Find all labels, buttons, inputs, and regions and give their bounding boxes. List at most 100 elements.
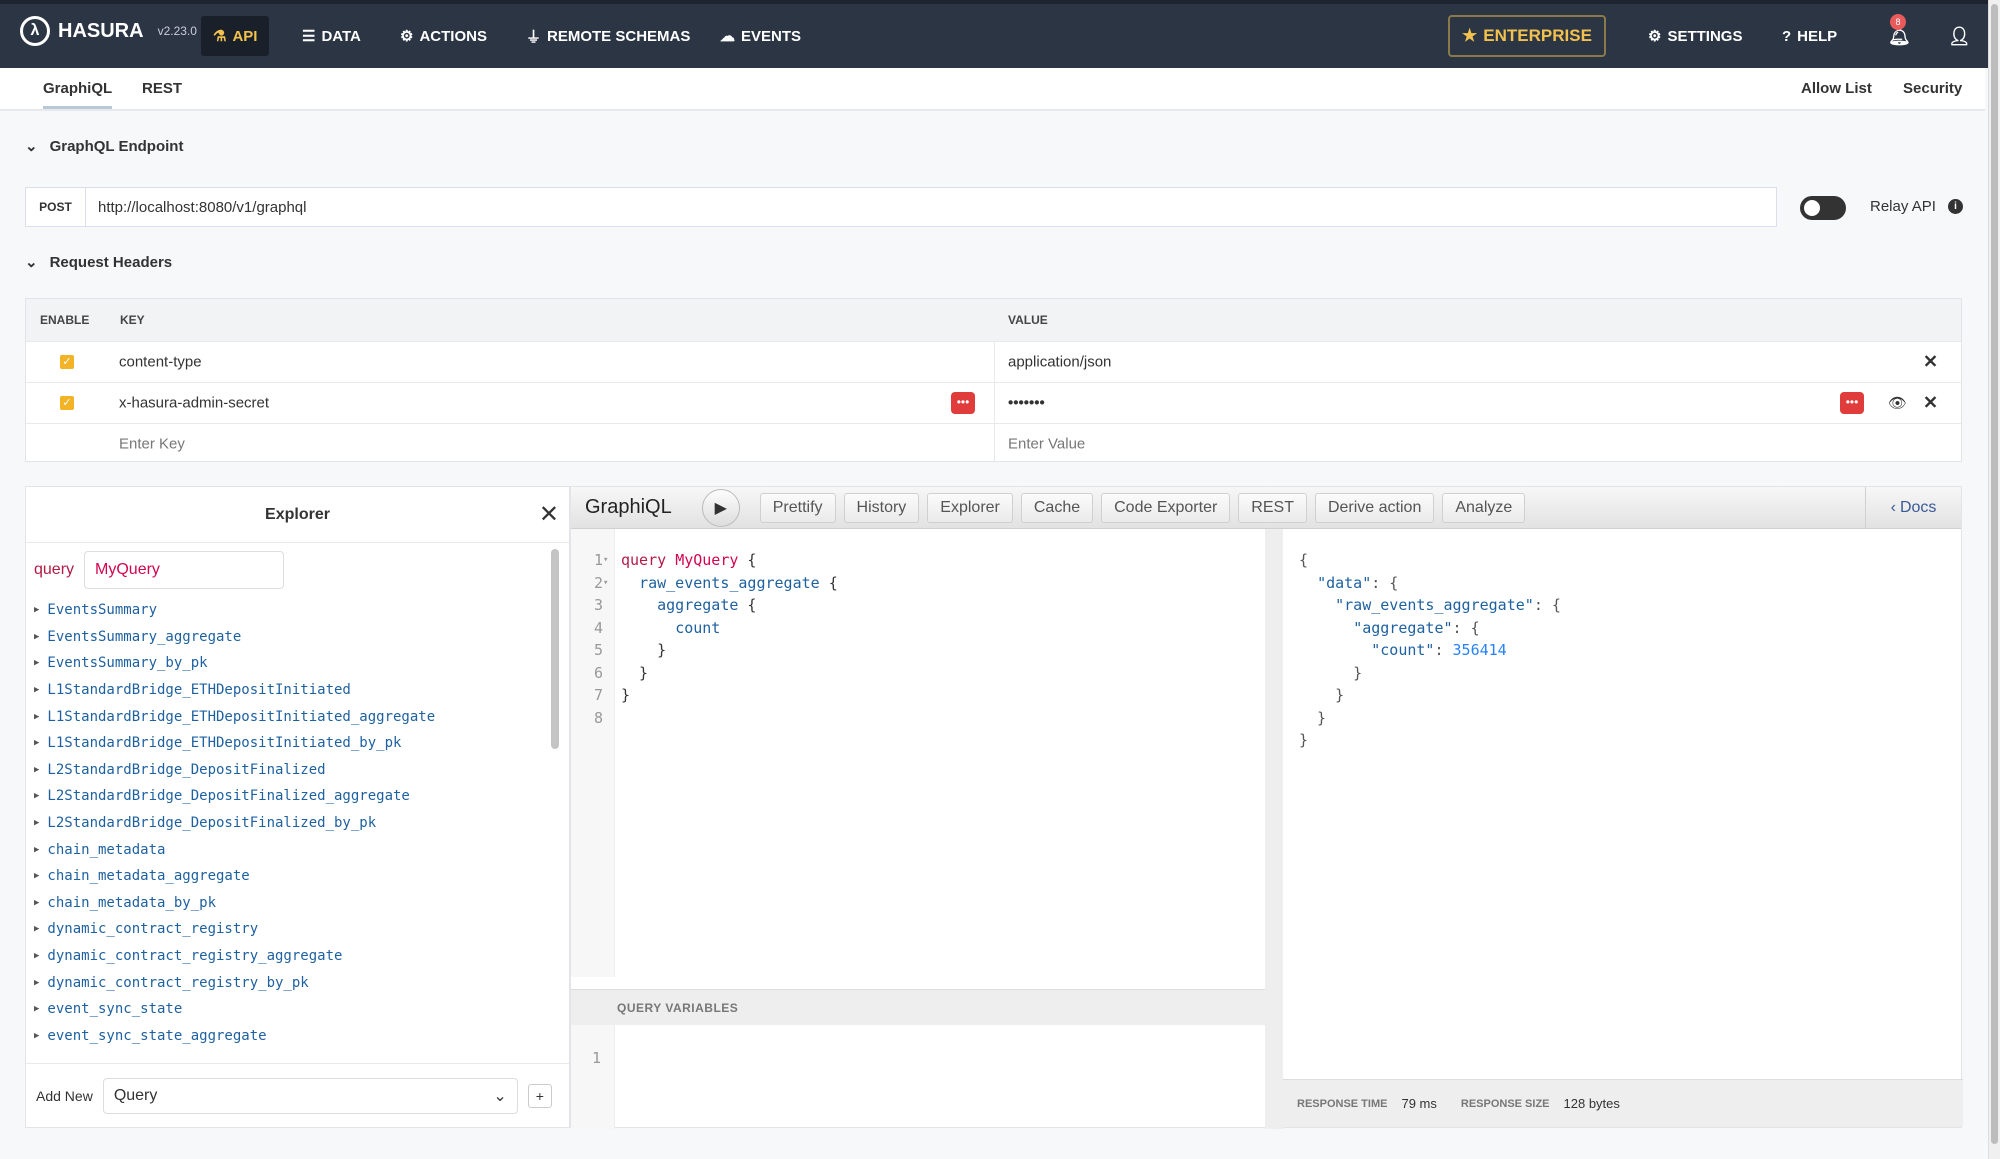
- nav-api[interactable]: ⚗ API: [201, 16, 270, 56]
- nav-remote-schemas[interactable]: ⏚ REMOTE SCHEMAS: [514, 16, 702, 56]
- toolbar-button-prettify[interactable]: Prettify: [759, 492, 836, 523]
- page-scrollbar[interactable]: [1988, 0, 2000, 1159]
- env-var-button[interactable]: •••: [951, 392, 975, 414]
- table-header: ENABLE KEY VALUE: [26, 299, 1961, 341]
- explorer-field[interactable]: ▶ EventsSummary_aggregate: [26, 624, 569, 651]
- header-value[interactable]: application/json: [1008, 354, 1111, 371]
- caret-right-icon: ▶: [34, 818, 40, 829]
- toolbar-button-explorer[interactable]: Explorer: [927, 492, 1013, 523]
- nav-label: ACTIONS: [419, 27, 487, 45]
- field-name: dynamic_contract_registry_aggregate: [47, 948, 343, 965]
- run-query-button[interactable]: ▶: [701, 488, 740, 527]
- field-name: EventsSummary: [47, 602, 157, 619]
- env-var-button[interactable]: •••: [1840, 392, 1864, 414]
- value-input[interactable]: Enter Value: [1008, 436, 1085, 453]
- eye-icon[interactable]: 👁︎: [1888, 394, 1907, 412]
- explorer-field[interactable]: ▶ dynamic_contract_registry_by_pk: [26, 969, 569, 996]
- field-name: EventsSummary_by_pk: [47, 655, 208, 672]
- toolbar-button-code-exporter[interactable]: Code Exporter: [1101, 492, 1231, 523]
- scrollbar[interactable]: [551, 549, 559, 749]
- info-icon[interactable]: i: [1948, 199, 1963, 214]
- explorer-field[interactable]: ▶ L2StandardBridge_DepositFinalized_aggre…: [26, 783, 569, 810]
- chevron-down-icon: ⌄: [25, 254, 38, 271]
- explorer-field[interactable]: ▶ L2StandardBridge_DepositFinalized: [26, 757, 569, 784]
- header-key[interactable]: content-type: [119, 354, 202, 371]
- add-new-select[interactable]: Query ⌄: [102, 1077, 518, 1114]
- close-icon[interactable]: ✕: [1923, 352, 1938, 373]
- explorer-field[interactable]: ▶ event_sync_state_aggregate: [26, 1023, 569, 1048]
- security-link[interactable]: Security: [1903, 80, 1962, 97]
- field-name: dynamic_contract_registry_by_pk: [47, 974, 309, 991]
- header-key[interactable]: x-hasura-admin-secret: [119, 395, 269, 412]
- code-line: 1 ▾ query MyQuery {: [593, 551, 757, 569]
- explorer-field[interactable]: ▶ L2StandardBridge_DepositFinalized_by_pk: [26, 810, 569, 837]
- explorer-field[interactable]: ▶ chain_metadata_by_pk: [26, 890, 569, 917]
- nav-data[interactable]: ☰ DATA: [290, 16, 373, 56]
- settings-button[interactable]: ⚙ SETTINGS: [1636, 16, 1754, 56]
- explorer-field[interactable]: ▶ L1StandardBridge_ETHDepositInitiated: [26, 677, 569, 704]
- toolbar-button-derive-action[interactable]: Derive action: [1314, 492, 1435, 523]
- key-input[interactable]: Enter Key: [119, 436, 185, 453]
- cloud-icon: ☁: [720, 28, 735, 45]
- graphql-endpoint-toggle[interactable]: ⌄ GraphQL Endpoint: [25, 137, 184, 156]
- nav-label: REMOTE SCHEMAS: [547, 27, 691, 45]
- relay-api-toggle[interactable]: [1800, 196, 1846, 220]
- nav-events[interactable]: ☁ EVENTS: [708, 16, 813, 56]
- star-icon: ★: [1462, 26, 1478, 45]
- response-size-label: RESPONSE SIZE: [1460, 1097, 1550, 1110]
- help-icon: ?: [1782, 27, 1792, 45]
- docs-button[interactable]: ‹ Docs: [1865, 487, 1961, 529]
- tab-graphiql[interactable]: GraphiQL: [43, 80, 113, 109]
- close-icon[interactable]: ✕: [539, 500, 559, 529]
- explorer-field[interactable]: ▶ EventsSummary: [26, 597, 569, 624]
- explorer-field[interactable]: ▶ dynamic_contract_registry_aggregate: [26, 943, 569, 970]
- nav-label: DATA: [321, 27, 361, 45]
- operation-name-input[interactable]: MyQuery: [84, 551, 285, 589]
- enable-checkbox[interactable]: ✓: [60, 355, 74, 369]
- tab-rest[interactable]: REST: [142, 80, 182, 97]
- enable-checkbox[interactable]: ✓: [60, 396, 74, 410]
- toolbar-button-rest[interactable]: REST: [1238, 492, 1307, 523]
- operation-type: query: [34, 561, 75, 578]
- explorer-field[interactable]: ▶ dynamic_contract_registry: [26, 916, 569, 943]
- hasura-logo[interactable]: λ HASURA v2.23.0: [20, 16, 197, 46]
- user-menu[interactable]: 👤︎: [1936, 16, 1983, 56]
- explorer-field[interactable]: ▶ event_sync_state: [26, 996, 569, 1023]
- close-icon[interactable]: ✕: [1923, 393, 1938, 414]
- toolbar-button-history[interactable]: History: [843, 492, 920, 523]
- help-button[interactable]: ? HELP: [1770, 16, 1849, 56]
- explorer-field[interactable]: ▶ EventsSummary_by_pk: [26, 650, 569, 677]
- field-name: chain_metadata: [47, 841, 166, 858]
- explorer-field[interactable]: ▶ chain_metadata_aggregate: [26, 863, 569, 890]
- explorer-field[interactable]: ▶ L1StandardBridge_ETHDepositInitiated_by…: [26, 730, 569, 757]
- allow-list-link[interactable]: Allow List: [1801, 80, 1872, 97]
- field-name: L1StandardBridge_ETHDepositInitiated_agg…: [47, 708, 436, 725]
- toolbar-buttons: Prettify History Explorer Cache Code Exporte…: [759, 492, 1534, 523]
- query-variables-header[interactable]: QUERY VARIABLES: [571, 989, 1265, 1025]
- query-editor[interactable]: 1 ▾ query MyQuery {2 ▾ raw_events_aggregate…: [571, 549, 1265, 729]
- variables-editor[interactable]: 1: [571, 1047, 601, 1070]
- operation-row: query MyQuery: [26, 543, 569, 597]
- nav-actions[interactable]: ⚙ ACTIONS: [388, 16, 499, 56]
- enterprise-button[interactable]: ★ ENTERPRISE: [1448, 15, 1606, 57]
- add-button[interactable]: +: [527, 1083, 552, 1108]
- result-viewer: { "data": { "raw_events_aggregate": { "a…: [1299, 551, 1561, 749]
- settings-label: SETTINGS: [1667, 27, 1743, 45]
- field-name: EventsSummary_aggregate: [47, 628, 242, 645]
- nav-label: EVENTS: [741, 27, 802, 45]
- field-name: event_sync_state_aggregate: [47, 1027, 267, 1044]
- toolbar-button-cache[interactable]: Cache: [1020, 492, 1094, 523]
- endpoint-url-input[interactable]: http://localhost:8080/v1/graphql: [86, 199, 306, 216]
- pane-divider[interactable]: [1265, 529, 1283, 1129]
- section-title: Request Headers: [49, 253, 173, 271]
- sub-tabs-bar: [0, 68, 1985, 111]
- caret-right-icon: ▶: [34, 764, 40, 775]
- toolbar-button-analyze[interactable]: Analyze: [1442, 492, 1526, 523]
- header-value[interactable]: •••••••: [1008, 395, 1045, 412]
- explorer-field[interactable]: ▶ L1StandardBridge_ETHDepositInitiated_ag…: [26, 703, 569, 730]
- caret-right-icon: ▶: [34, 685, 40, 696]
- request-headers-toggle[interactable]: ⌄ Request Headers: [25, 253, 173, 272]
- section-title: GraphQL Endpoint: [49, 137, 184, 155]
- explorer-field[interactable]: ▶ chain_metadata: [26, 836, 569, 863]
- field-name: L2StandardBridge_DepositFinalized_aggreg…: [47, 788, 410, 805]
